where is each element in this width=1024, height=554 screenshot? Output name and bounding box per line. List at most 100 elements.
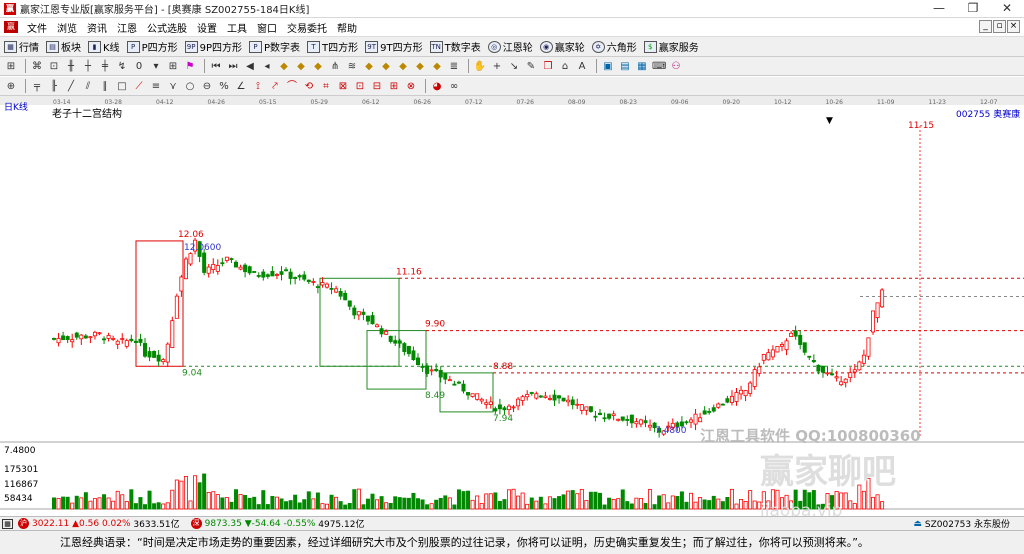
people-icon[interactable]: ⚇ <box>669 60 683 73</box>
diamond8-icon[interactable]: ◆ <box>430 60 444 73</box>
select-icon[interactable]: ⊕ <box>4 80 18 93</box>
toolbar-p-square-button[interactable]: P P四方形 <box>126 39 178 54</box>
prev-icon[interactable]: ◀ <box>243 60 257 73</box>
delete-icon[interactable]: ⊗ <box>404 80 418 93</box>
menu-browse[interactable]: 浏览 <box>52 20 82 35</box>
parallel-icon[interactable]: ∥ <box>98 80 112 93</box>
toolbar-p-table-button[interactable]: P P数字表 <box>249 39 300 54</box>
menu-trade[interactable]: 交易委托 <box>282 20 332 35</box>
trendline-icon[interactable]: ╱ <box>64 80 78 93</box>
toolbar-kline-button[interactable]: ▮ K线 <box>88 39 120 54</box>
chart-area[interactable]: 03-14 03-28 04-12 04-26 05-15 05-29 06-12 06-26… <box>0 96 1024 521</box>
toolbar-service-button[interactable]: $ 赢家服务 <box>643 39 699 54</box>
dropdown-icon[interactable]: ▼ <box>826 116 833 126</box>
diamond7-icon[interactable]: ◆ <box>413 60 427 73</box>
menu-tools[interactable]: 工具 <box>222 20 252 35</box>
tile-icon[interactable]: ▣ <box>601 60 615 73</box>
menu-help[interactable]: 帮助 <box>332 20 362 35</box>
kline-chart[interactable]: 03-14 03-28 04-12 04-26 05-15 05-29 06-12 06-26… <box>0 96 1024 521</box>
mark-icon[interactable]: ⊞ <box>387 80 401 93</box>
toolbar-9t-square-button[interactable]: 9T 9T四方形 <box>365 39 423 54</box>
rect-icon[interactable]: □ <box>115 80 129 93</box>
ohlc-icon[interactable]: ╪ <box>98 60 112 73</box>
toolbar-sector-button[interactable]: ▤ 板块 <box>46 39 81 54</box>
circle-icon[interactable]: ○ <box>183 80 197 93</box>
diamond3-icon[interactable]: ◆ <box>311 60 325 73</box>
diamond4-icon[interactable]: ◆ <box>362 60 376 73</box>
index-sh[interactable]: ▦ 沪 3022.11 ▲0.56 0.02% 3633.51亿 <box>0 517 180 530</box>
ruler-icon[interactable]: ⊟ <box>370 80 384 93</box>
speed-icon[interactable]: ⤤ <box>268 80 282 93</box>
diamond5-icon[interactable]: ◆ <box>379 60 393 73</box>
back-icon[interactable]: ◂ <box>260 60 274 73</box>
color-icon[interactable]: ◕ <box>430 80 444 93</box>
pattern-icon[interactable]: ⌘ <box>30 60 44 73</box>
layout-icon[interactable]: ⊞ <box>4 60 18 73</box>
vline-icon[interactable]: ╟ <box>47 80 61 93</box>
menu-formula[interactable]: 公式选股 <box>142 20 192 35</box>
square-icon[interactable]: ⊡ <box>353 80 367 93</box>
angle-icon[interactable]: ∠ <box>234 80 248 93</box>
box-icon[interactable]: ⊠ <box>336 80 350 93</box>
calc-icon[interactable]: ▤ <box>618 60 632 73</box>
bar-icon[interactable]: ┼ <box>81 60 95 73</box>
hand-icon[interactable]: ✋ <box>473 60 487 73</box>
flag-icon[interactable]: ⚑ <box>183 60 197 73</box>
grid2-icon[interactable]: ⌗ <box>319 80 333 93</box>
title-bar: 赢 赢家江恩专业版[赢家服务平台] - [奥赛康 SZ002755-184日K线… <box>0 0 1024 18</box>
toolbar-gann-wheel-button[interactable]: ◎ 江恩轮 <box>487 39 533 54</box>
cycle-icon[interactable]: ⟟ <box>251 80 265 93</box>
dropdown-icon[interactable]: ▾ <box>149 60 163 73</box>
toolbar-winner-wheel-button[interactable]: ◉ 赢家轮 <box>539 39 585 54</box>
menu-gann[interactable]: 江恩 <box>112 20 142 35</box>
ticker[interactable]: ⏏ SZ002753 永东股份 <box>913 517 1010 531</box>
fan2-icon[interactable]: ⋎ <box>166 80 180 93</box>
toolbar-t-square-button[interactable]: T T四方形 <box>307 39 358 54</box>
index-sz[interactable]: 深 9873.35 ▼-54.64 -0.55% 4975.12亿 <box>188 517 364 530</box>
infinity-icon[interactable]: ∞ <box>447 80 461 93</box>
stamp-icon[interactable]: ⌂ <box>558 60 572 73</box>
mdi-restore-button[interactable]: ▫ <box>993 20 1006 33</box>
crosshair-icon[interactable]: + <box>490 60 504 73</box>
hline-icon[interactable]: ╤ <box>30 80 44 93</box>
diamond6-icon[interactable]: ◆ <box>396 60 410 73</box>
candle-icon[interactable]: ╫ <box>64 60 78 73</box>
arrow-icon[interactable]: ↘ <box>507 60 521 73</box>
line-icon[interactable]: ↯ <box>115 60 129 73</box>
chart-type-icon[interactable]: ⊡ <box>47 60 61 73</box>
mdi-close-button[interactable]: × <box>1007 20 1020 33</box>
maximize-button[interactable]: ❐ <box>956 0 990 18</box>
diamond2-icon[interactable]: ◆ <box>294 60 308 73</box>
keyboard-icon[interactable]: ⌨ <box>652 60 666 73</box>
ellipse-icon[interactable]: ⊖ <box>200 80 214 93</box>
channel-icon[interactable]: ⫽ <box>81 80 95 93</box>
first-icon[interactable]: ⏮ <box>209 60 223 73</box>
diamond1-icon[interactable]: ◆ <box>277 60 291 73</box>
fib-icon[interactable]: ≡ <box>149 80 163 93</box>
edit-icon[interactable]: ✎ <box>524 60 538 73</box>
gift-icon[interactable]: ❒ <box>541 60 555 73</box>
grid-icon[interactable]: ⊞ <box>166 60 180 73</box>
table-icon[interactable]: ▦ <box>635 60 649 73</box>
percent-icon[interactable]: % <box>217 80 231 93</box>
last-icon[interactable]: ⏭ <box>226 60 240 73</box>
wave-icon[interactable]: ≋ <box>345 60 359 73</box>
arc-icon[interactable]: ⌒ <box>285 80 299 93</box>
close-button[interactable]: ✕ <box>990 0 1024 18</box>
mdi-minimize-button[interactable]: _ <box>979 20 992 33</box>
toolbar-9p-square-button[interactable]: 9P 9P四方形 <box>184 39 242 54</box>
menu-file[interactable]: 文件 <box>22 20 52 35</box>
menu-settings[interactable]: 设置 <box>192 20 222 35</box>
fan-icon[interactable]: ⋔ <box>328 60 342 73</box>
toolbar-quotes-button[interactable]: ▦ 行情 <box>4 39 39 54</box>
text-icon[interactable]: A <box>575 60 589 73</box>
minimize-button[interactable]: — <box>922 0 956 18</box>
spiral-icon[interactable]: ⟲ <box>302 80 316 93</box>
zero-icon[interactable]: 0 <box>132 60 146 73</box>
menu-info[interactable]: 资讯 <box>82 20 112 35</box>
toolbar-hexagon-button[interactable]: ✡ 六角形 <box>591 39 637 54</box>
menu-window[interactable]: 窗口 <box>252 20 282 35</box>
gann-line-icon[interactable]: ⟋ <box>132 80 146 93</box>
lines-icon[interactable]: ≣ <box>447 60 461 73</box>
toolbar-t-table-button[interactable]: TN T数字表 <box>429 39 481 54</box>
